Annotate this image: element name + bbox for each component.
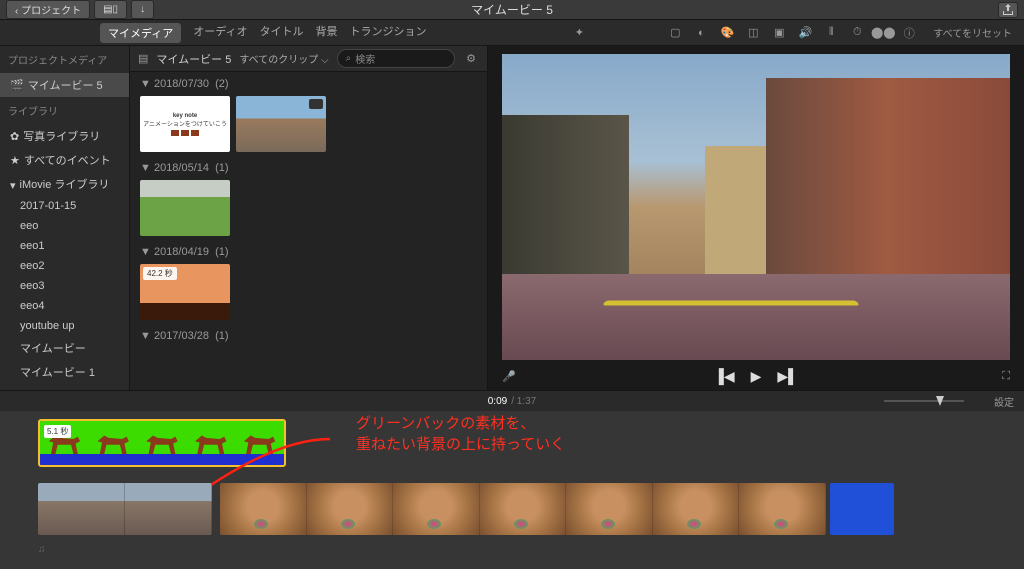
clip-thumbnail[interactable]: key noteアニメーションをつけていこう [140,96,230,152]
stabilize-icon[interactable]: ▣ [771,25,787,41]
volume-icon[interactable]: 🔊 [797,25,813,41]
video-clip[interactable] [830,483,894,535]
crop-icon[interactable]: ◫ [745,25,761,41]
search-icon: ⌕ [346,53,352,64]
sidebar-all-events[interactable]: ★すべてのイベント [0,148,129,172]
date-group-header[interactable]: ▼ 2018/05/14 (1) [140,162,477,174]
camera-icon [309,99,323,109]
clip-thumbnail[interactable]: 42.2 秒 [140,264,230,320]
sidebar-event[interactable]: eeo4 [0,296,129,316]
zoom-slider[interactable] [884,400,964,402]
browser-title: マイムービー 5 [156,51,231,67]
timecode: 0:09/ 1:37 [488,396,537,407]
main-toolbar: マイメディア オーディオ タイトル 背景 トランジション ✦ ▢ ◐ 🎨 ◫ ▣… [0,20,1024,46]
chevron-down-icon: ▾ [10,179,16,192]
sidebar-project-current[interactable]: 🎬マイムービー 5 [0,73,129,97]
sidebar-event[interactable]: youtube up [0,316,129,336]
timeline-settings-button[interactable]: 設定 [994,394,1014,409]
tab-audio[interactable]: オーディオ [193,23,247,43]
clip-filter-dropdown[interactable]: すべてのクリップ ⌵ [239,51,328,66]
play-button[interactable]: ▶ [751,368,762,385]
enhance-icon[interactable]: ✦ [571,25,587,41]
duration-badge: 42.2 秒 [143,267,177,280]
audio-track[interactable]: ♫ [30,543,994,559]
color-correct-icon[interactable]: 🎨 [719,25,735,41]
voiceover-icon[interactable]: 🎤 [502,370,516,383]
date-group-header[interactable]: ▼ 2017/03/28 (1) [140,330,477,342]
search-input[interactable]: ⌕検索 [337,49,455,68]
share-button[interactable] [998,2,1018,18]
prev-button[interactable]: ▐◀ [714,368,735,385]
back-to-projects-button[interactable]: ‹ プロジェクト [6,0,90,19]
greenscreen-clip[interactable]: 5.1 秒 [38,419,286,467]
flower-icon: ✿ [10,130,19,143]
library-view-button[interactable]: ▤▯ [94,0,127,19]
timeline: 0:09/ 1:37 設定 5.1 秒 グリーンバックの素材を、重ねたい背景の上… [0,390,1024,568]
overlay-track[interactable]: 5.1 秒 [30,419,994,471]
list-view-icon[interactable]: ▤ [138,52,148,65]
sidebar-section-project: プロジェクトメディア [0,46,129,73]
sidebar-event[interactable]: eeo3 [0,276,129,296]
browser-settings-icon[interactable]: ⚙ [463,51,479,67]
titlebar: ‹ プロジェクト ▤▯ ↓ マイムービー 5 [0,0,1024,20]
media-browser: ▤ マイムービー 5 すべてのクリップ ⌵ ⌕検索 ⚙ ▼ 2018/07/30… [130,46,488,390]
video-clip[interactable] [220,483,826,535]
info-icon[interactable]: ⓘ [901,25,917,41]
tab-my-media[interactable]: マイメディア [100,23,181,43]
sidebar-event[interactable]: 2017-01-15 [0,196,129,216]
sidebar-event[interactable]: eeo1 [0,236,129,256]
sidebar-event[interactable]: マイムービー 3 [0,384,129,390]
sidebar-imovie-library[interactable]: ▾iMovie ライブラリ [0,172,129,196]
star-icon: ★ [10,154,20,167]
video-clip[interactable] [38,483,212,535]
sidebar-photo-library[interactable]: ✿写真ライブラリ [0,124,129,148]
next-button[interactable]: ▶▌ [777,368,798,385]
fullscreen-icon[interactable]: ⛶ [1002,370,1010,383]
tab-transitions[interactable]: トランジション [349,23,426,43]
overlay-icon[interactable]: ▢ [667,25,683,41]
tab-titles[interactable]: タイトル [259,23,303,43]
date-group-header[interactable]: ▼ 2018/07/30 (2) [140,78,477,90]
sidebar-event[interactable]: eeo2 [0,256,129,276]
sidebar-event[interactable]: マイムービー [0,336,129,360]
noise-icon[interactable]: ⫴ [823,25,839,41]
sidebar-section-library: ライブラリ [0,97,129,124]
reset-all-button[interactable]: すべてをリセット [933,25,1012,40]
library-sidebar: プロジェクトメディア 🎬マイムービー 5 ライブラリ ✿写真ライブラリ ★すべて… [0,46,130,390]
clip-thumbnail[interactable] [236,96,326,152]
sidebar-event[interactable]: eeo [0,216,129,236]
sidebar-event[interactable]: マイムービー 1 [0,360,129,384]
preview-frame[interactable] [502,54,1010,360]
date-group-header[interactable]: ▼ 2018/04/19 (1) [140,246,477,258]
clip-duration-badge: 5.1 秒 [44,425,71,438]
preview-viewer: 🎤 ▐◀ ▶ ▶▌ ⛶ [488,46,1024,390]
clapper-icon: 🎬 [10,79,24,92]
speed-icon[interactable]: ⏱ [849,25,865,41]
clip-thumbnail[interactable] [140,180,230,236]
tab-backgrounds[interactable]: 背景 [315,23,337,43]
import-button[interactable]: ↓ [131,0,154,19]
music-icon: ♫ [38,544,46,555]
color-balance-icon[interactable]: ◐ [693,25,709,41]
video-track[interactable] [30,483,994,539]
filter-icon[interactable]: ⬤⬤ [875,25,891,41]
share-icon [1002,4,1014,16]
